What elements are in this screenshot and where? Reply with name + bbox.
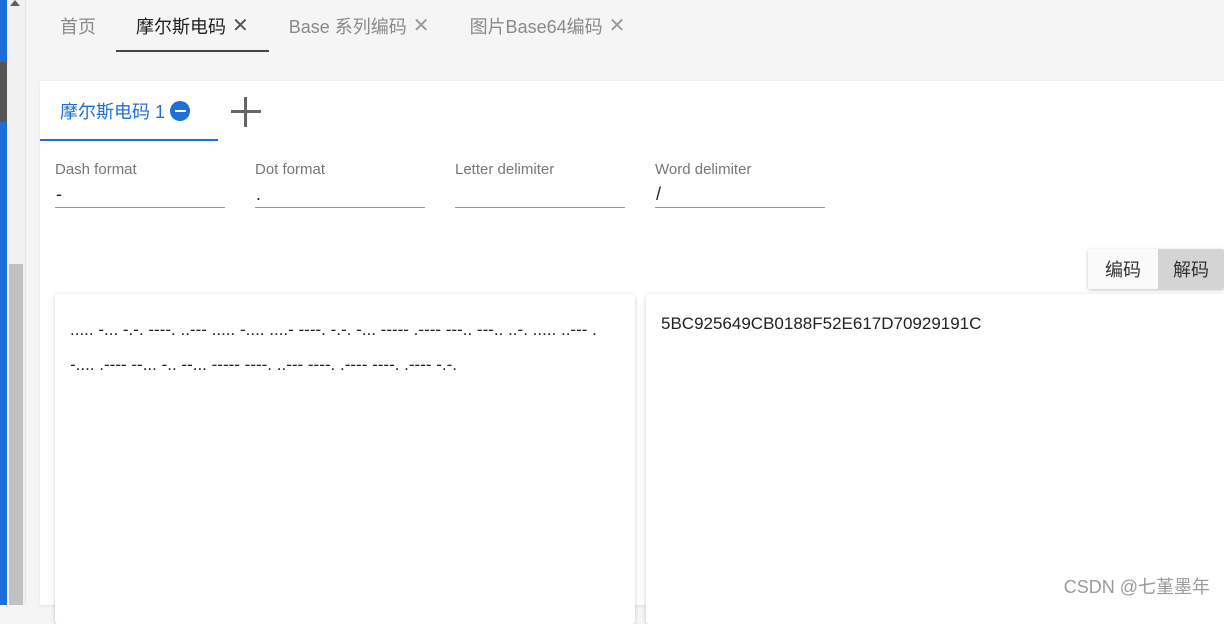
decode-button[interactable]: 解码 bbox=[1158, 249, 1224, 289]
remove-tab-icon[interactable] bbox=[170, 101, 191, 121]
encode-button[interactable]: 编码 bbox=[1088, 249, 1158, 289]
tab-home[interactable]: 首页 bbox=[40, 0, 116, 52]
dash-format-input[interactable]: - bbox=[55, 181, 225, 208]
add-tab-icon[interactable] bbox=[228, 93, 264, 129]
morse-input-panel[interactable]: ..... -... -.-. ----. ..--- ..... -.... … bbox=[55, 294, 635, 624]
inner-tab-morse-1[interactable]: 摩尔斯电码 1 bbox=[40, 81, 218, 141]
format-fields: Dash format - Dot format . Letter delimi… bbox=[55, 161, 825, 208]
letter-delimiter-input[interactable] bbox=[455, 181, 625, 208]
tab-base-series[interactable]: Base 系列编码 ✕ bbox=[269, 0, 450, 52]
dot-format-input[interactable]: . bbox=[255, 181, 425, 208]
decoded-output-text[interactable]: 5BC925649CB0188F52E617D70929191C bbox=[646, 294, 1224, 338]
tab-image-base64[interactable]: 图片Base64编码 ✕ bbox=[450, 0, 646, 52]
dash-format-label: Dash format bbox=[55, 161, 137, 178]
tab-image-base64-label: 图片Base64编码 bbox=[469, 17, 603, 37]
left-edge-marker bbox=[0, 62, 7, 122]
tab-morse-label: 摩尔斯电码 bbox=[136, 17, 226, 37]
letter-delimiter-label: Letter delimiter bbox=[455, 161, 555, 178]
inner-tab-bar: 摩尔斯电码 1 bbox=[40, 81, 218, 141]
inner-tab-label: 摩尔斯电码 1 bbox=[60, 102, 166, 122]
dash-format-field[interactable]: Dash format - bbox=[55, 161, 225, 208]
tab-morse[interactable]: 摩尔斯电码 ✕ bbox=[116, 0, 269, 52]
vertical-scrollbar[interactable] bbox=[7, 0, 26, 605]
tab-base-series-label: Base 系列编码 bbox=[288, 17, 407, 37]
tab-home-label: 首页 bbox=[60, 17, 96, 37]
morse-input-text[interactable]: ..... -... -.-. ----. ..--- ..... -.... … bbox=[55, 294, 635, 382]
watermark: CSDN @七堇墨年 bbox=[1063, 577, 1210, 597]
word-delimiter-label: Word delimiter bbox=[655, 161, 752, 178]
scroll-up-arrow-icon[interactable] bbox=[10, 0, 20, 6]
close-icon[interactable]: ✕ bbox=[232, 16, 249, 36]
mode-toggle: 编码 解码 bbox=[1088, 249, 1224, 289]
dot-format-label: Dot format bbox=[255, 161, 326, 178]
close-icon[interactable]: ✕ bbox=[609, 16, 626, 36]
letter-delimiter-field[interactable]: Letter delimiter bbox=[455, 161, 625, 208]
top-tab-bar: 首页 摩尔斯电码 ✕ Base 系列编码 ✕ 图片Base64编码 ✕ bbox=[40, 0, 1224, 52]
close-icon[interactable]: ✕ bbox=[413, 16, 430, 36]
word-delimiter-input[interactable]: / bbox=[655, 181, 825, 208]
dot-format-field[interactable]: Dot format . bbox=[255, 161, 425, 208]
word-delimiter-field[interactable]: Word delimiter / bbox=[655, 161, 825, 208]
morse-card: 摩尔斯电码 1 Dash format - Dot format . Lette… bbox=[40, 81, 1224, 624]
scroll-thumb[interactable] bbox=[9, 264, 23, 605]
